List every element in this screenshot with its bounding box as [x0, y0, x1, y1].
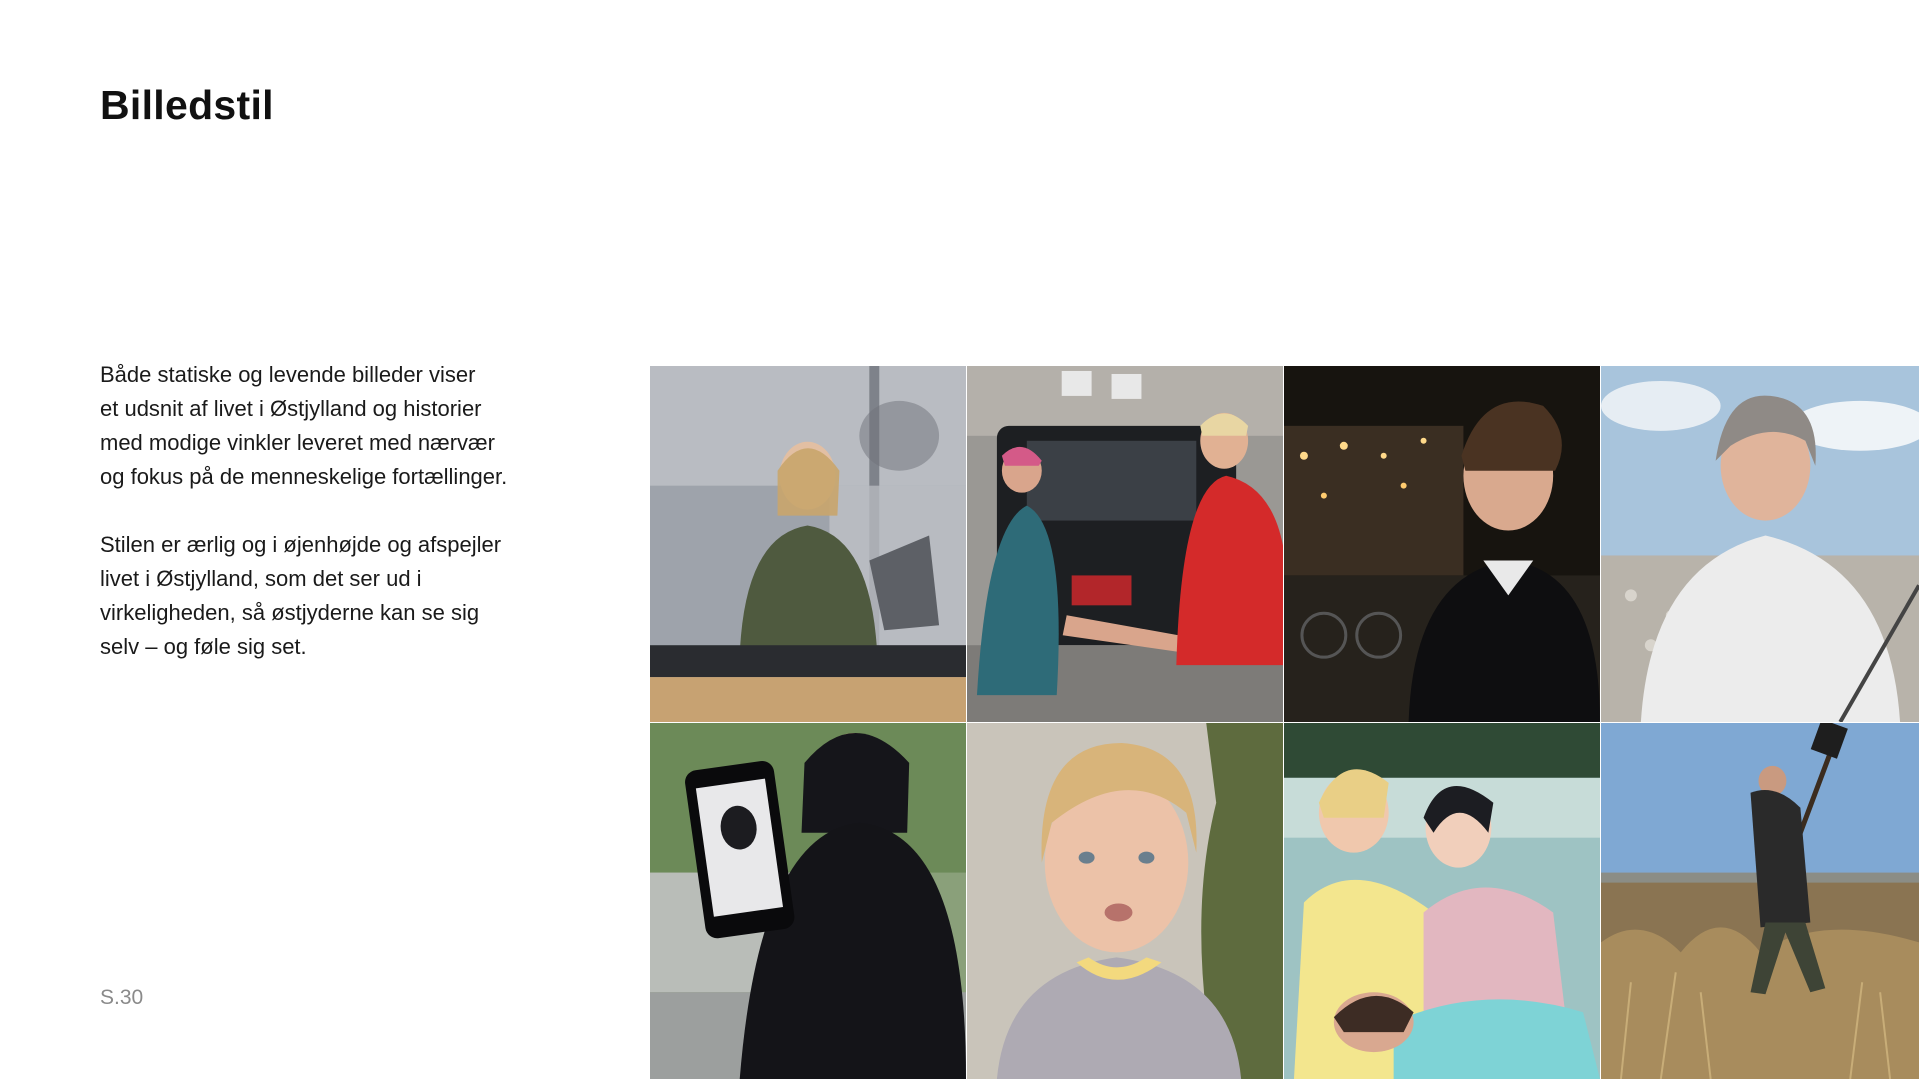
photo-grid — [650, 366, 1920, 1080]
photo-people-by-car — [967, 366, 1284, 723]
photo-woman-with-phone — [650, 723, 967, 1080]
photo-young-man-night — [1284, 366, 1601, 723]
photo-people-blankets-lake — [1284, 723, 1601, 1080]
photo-man-digging-field — [1601, 723, 1920, 1080]
photo-girl-portrait — [967, 723, 1284, 1080]
photo-older-woman-sea — [1601, 366, 1920, 723]
photo-news-anchor — [650, 366, 967, 723]
page-number: S.30 — [100, 986, 144, 1009]
paragraph-1: Både statiske og levende billeder viser … — [100, 362, 508, 489]
page-title: Billedstil — [100, 82, 274, 128]
paragraph-2: Stilen er ærlig og i øjenhøjde og afspej… — [100, 532, 502, 659]
body-text: Både statiske og levende billeder viser … — [100, 358, 540, 698]
